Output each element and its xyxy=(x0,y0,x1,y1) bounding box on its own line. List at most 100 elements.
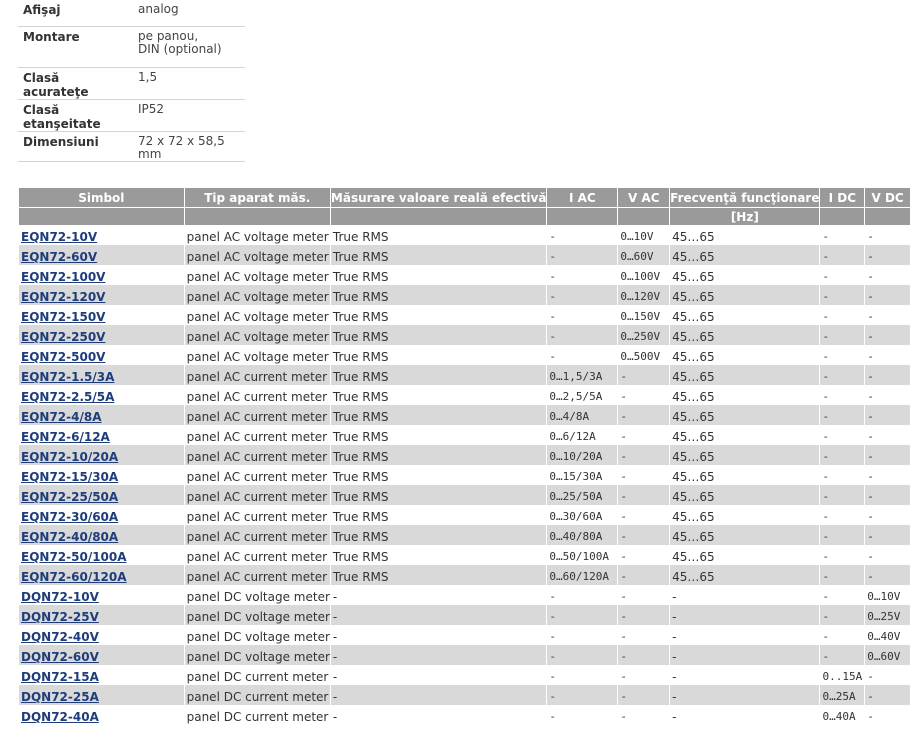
subheader-cell xyxy=(820,207,865,225)
subheader-cell xyxy=(865,207,910,225)
cell-tip-aparat: panel DC voltage meter xyxy=(184,605,330,625)
table-row: EQN72-500V panel AC voltage meter True RMS… xyxy=(19,345,910,365)
cell-masurare: - xyxy=(332,670,338,684)
cell-tip-aparat: panel AC voltage meter xyxy=(186,350,329,364)
cell-i-dc: - xyxy=(820,605,865,625)
cell-frecventa: 45…65 xyxy=(672,550,715,564)
product-link[interactable]: EQN72-10/20A xyxy=(21,450,118,464)
spec-value: 1,5 xyxy=(133,67,245,100)
cell-v-dc: - xyxy=(867,230,874,243)
product-link[interactable]: EQN72-40/80A xyxy=(21,530,118,544)
header-v-dc: V DC xyxy=(865,187,910,207)
cell-tip-aparat: panel AC current meter xyxy=(186,470,328,484)
cell-v-ac: 0…100V xyxy=(620,270,661,283)
cell-v-ac: 0…10V xyxy=(620,230,654,243)
cell-masurare: True RMS xyxy=(330,565,547,585)
header-masurare: Măsurare valoare reală efectivă xyxy=(330,187,547,207)
spec-row: Montare pe panou, DIN (optional) xyxy=(18,26,245,68)
cell-masurare: True RMS xyxy=(330,525,547,545)
product-link[interactable]: EQN72-2.5/5A xyxy=(21,390,114,404)
table-row: EQN72-40/80A panel AC current meter True R… xyxy=(19,525,910,545)
product-link[interactable]: EQN72-500V xyxy=(21,350,105,364)
product-link[interactable]: EQN72-120V xyxy=(21,290,105,304)
cell-v-dc: - xyxy=(865,445,910,465)
product-link[interactable]: EQN72-60V xyxy=(21,250,97,264)
cell-i-ac: 0…50/100A xyxy=(549,550,610,563)
cell-i-ac: - xyxy=(547,685,618,705)
cell-i-ac: 0…25/50A xyxy=(547,485,618,505)
product-link[interactable]: EQN72-6/12A xyxy=(21,430,110,444)
cell-simbol: DQN72-40A xyxy=(19,705,184,725)
cell-v-ac: - xyxy=(618,645,670,665)
header-frecventa: Frecvenţă funcţionare xyxy=(670,187,820,207)
cell-simbol: EQN72-40/80A xyxy=(19,525,184,545)
cell-i-dc: - xyxy=(822,350,830,363)
table-row: DQN72-40A panel DC current meter - - - -0…40A… xyxy=(19,705,910,725)
cell-v-ac: 0…500V xyxy=(620,350,661,363)
product-link[interactable]: EQN72-60/120A xyxy=(21,570,127,584)
cell-tip-aparat: panel AC current meter xyxy=(184,565,330,585)
cell-v-dc: - xyxy=(867,710,874,723)
header-tip-aparat: Tip aparat măs. xyxy=(184,187,330,207)
product-link[interactable]: DQN72-25A xyxy=(21,690,99,704)
table-row: EQN72-100V panel AC voltage meter True RMS… xyxy=(19,265,910,285)
cell-i-dc: 0…25A xyxy=(820,685,865,705)
cell-frecventa: 45…65 xyxy=(670,325,820,345)
product-link[interactable]: DQN72-25V xyxy=(21,610,99,624)
product-link[interactable]: EQN72-4/8A xyxy=(21,410,102,424)
cell-i-dc: - xyxy=(822,590,830,603)
table-row: EQN72-120V panel AC voltage meter True RMS… xyxy=(19,285,910,305)
cell-v-dc: - xyxy=(867,270,874,283)
cell-v-ac: - xyxy=(618,485,670,505)
cell-frecventa: - xyxy=(672,710,677,724)
cell-v-dc: 0…40V xyxy=(867,630,901,643)
product-link[interactable]: EQN72-150V xyxy=(21,310,105,324)
cell-masurare: True RMS xyxy=(332,270,389,284)
cell-masurare: True RMS xyxy=(332,350,389,364)
cell-v-ac: 0…60V xyxy=(618,245,670,265)
header-simbol: Simbol xyxy=(19,187,184,207)
cell-i-ac: 0…2,5/5A xyxy=(549,390,603,403)
cell-frecventa: 45…65 xyxy=(670,365,820,385)
product-link[interactable]: DQN72-10V xyxy=(21,590,99,604)
cell-masurare: True RMS xyxy=(332,470,389,484)
cell-v-dc: - xyxy=(865,365,910,385)
cell-tip-aparat: panel AC current meter xyxy=(184,525,330,545)
cell-simbol: DQN72-25V xyxy=(19,605,184,625)
cell-simbol: EQN72-10V xyxy=(19,225,184,245)
table-row: DQN72-10V panel DC voltage meter - - - - -0…10… xyxy=(19,585,910,605)
cell-i-dc: - xyxy=(822,270,830,283)
product-link[interactable]: DQN72-40V xyxy=(21,630,99,644)
product-link[interactable]: EQN72-250V xyxy=(21,330,105,344)
product-link[interactable]: DQN72-40A xyxy=(21,710,99,724)
table-row: EQN72-60/120A panel AC current meter True … xyxy=(19,565,910,585)
product-link[interactable]: EQN72-10V xyxy=(21,230,97,244)
cell-frecventa: 45…65 xyxy=(670,405,820,425)
cell-masurare: True RMS xyxy=(332,230,389,244)
spec-value: IP52 xyxy=(133,99,245,132)
cell-masurare: True RMS xyxy=(330,485,547,505)
spec-key: Clasă acurateţe xyxy=(18,67,133,100)
cell-simbol: EQN72-10/20A xyxy=(19,445,184,465)
cell-v-dc: - xyxy=(865,285,910,305)
product-link[interactable]: EQN72-30/60A xyxy=(21,510,118,524)
product-link[interactable]: EQN72-1.5/3A xyxy=(21,370,114,384)
cell-v-ac: - xyxy=(620,630,627,643)
cell-masurare: True RMS xyxy=(330,365,547,385)
cell-v-dc: - xyxy=(865,525,910,545)
product-link[interactable]: DQN72-60V xyxy=(21,650,99,664)
cell-masurare: - xyxy=(330,605,547,625)
product-link[interactable]: EQN72-15/30A xyxy=(21,470,118,484)
cell-frecventa: 45…65 xyxy=(672,390,715,404)
cell-masurare: - xyxy=(332,710,338,724)
table-row: EQN72-50/100A panel AC current meter True … xyxy=(19,545,910,565)
cell-tip-aparat: panel AC voltage meter xyxy=(186,230,329,244)
cell-i-ac: - xyxy=(547,285,618,305)
product-link[interactable]: EQN72-25/50A xyxy=(21,490,118,504)
cell-frecventa: - xyxy=(670,645,820,665)
product-link[interactable]: DQN72-15A xyxy=(21,670,99,684)
product-link[interactable]: EQN72-50/100A xyxy=(21,550,127,564)
product-link[interactable]: EQN72-100V xyxy=(21,270,105,284)
cell-simbol: EQN72-100V xyxy=(19,265,184,285)
cell-tip-aparat: panel DC voltage meter xyxy=(186,590,330,604)
